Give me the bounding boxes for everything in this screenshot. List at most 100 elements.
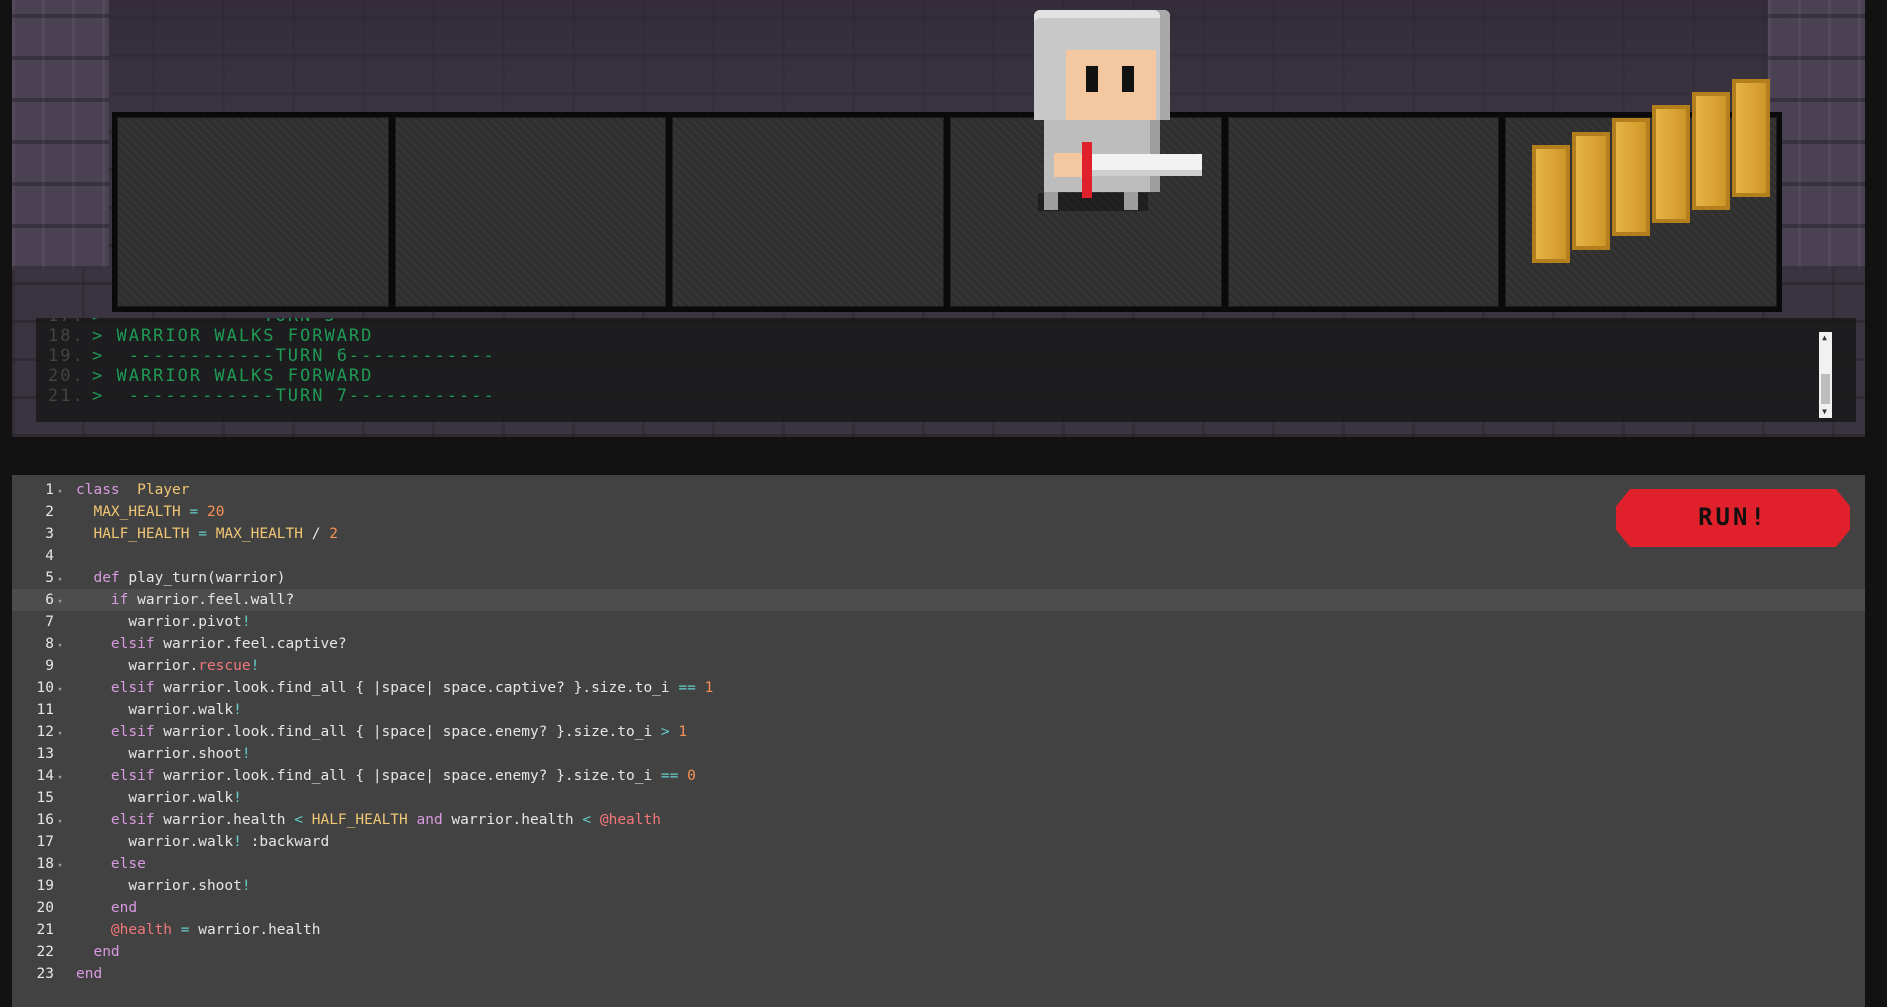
code-line[interactable]: 3 HALF_HEALTH = MAX_HEALTH / 2 bbox=[12, 523, 1865, 545]
code-line[interactable]: 5 ▾ def play_turn(warrior) bbox=[12, 567, 1865, 589]
fold-arrow-icon[interactable]: ▾ bbox=[54, 635, 66, 657]
code-line[interactable]: 17 warrior.walk! :backward bbox=[12, 831, 1865, 853]
fold-arrow-icon[interactable]: ▾ bbox=[54, 723, 66, 745]
fold-arrow-icon[interactable]: ▾ bbox=[54, 811, 66, 833]
warrior-sprite bbox=[1024, 8, 1204, 218]
log-line-text: > WARRIOR WALKS FORWARD bbox=[92, 326, 374, 346]
floor-tile bbox=[117, 117, 389, 307]
fold-arrow-icon[interactable]: ▾ bbox=[54, 591, 66, 613]
line-number: 7 bbox=[45, 614, 54, 630]
line-number: 18 bbox=[36, 856, 54, 872]
code-token: elsif bbox=[110, 680, 155, 696]
scroll-down-icon[interactable]: ▼ bbox=[1819, 406, 1832, 418]
code-token: warrior.look.find_all { |space| space.ca… bbox=[154, 680, 679, 696]
code-line[interactable]: 18 ▾ else bbox=[12, 853, 1865, 875]
code-token: warrior.feel.wall? bbox=[128, 592, 295, 608]
code-line[interactable]: 22 end bbox=[12, 941, 1865, 963]
code-token: MAX_HEALTH bbox=[93, 504, 181, 520]
fold-arrow-icon[interactable]: ▾ bbox=[54, 855, 66, 877]
code-text: @health = warrior.health bbox=[66, 919, 321, 941]
line-number: 23 bbox=[36, 966, 54, 982]
code-token: HALF_HEALTH bbox=[93, 526, 190, 542]
log-line-text: > ------------TURN 7------------ bbox=[92, 386, 496, 406]
code-editor[interactable]: 1 ▾ class Player 2 MAX_HEALTH = 20 3 HALF_HE… bbox=[12, 475, 1865, 1007]
code-line[interactable]: 12 ▾ elsif warrior.look.find_all { |space… bbox=[12, 721, 1865, 743]
code-token: ! bbox=[241, 878, 251, 894]
code-token: play_turn(warrior) bbox=[119, 570, 286, 586]
code-line[interactable]: 23 end bbox=[12, 963, 1865, 985]
log-lines: 17.> ------------TURN 5------------18. > … bbox=[48, 318, 496, 406]
code-line[interactable]: 7 warrior.pivot! bbox=[12, 611, 1865, 633]
code-token: end bbox=[76, 966, 103, 982]
scroll-up-icon[interactable]: ▲ bbox=[1819, 332, 1832, 344]
code-line[interactable]: 15 warrior.walk! bbox=[12, 787, 1865, 809]
code-token: 1 bbox=[704, 680, 714, 696]
game-log[interactable]: 17.> ------------TURN 5------------18. > … bbox=[36, 318, 1856, 422]
code-token: 0 bbox=[687, 768, 696, 784]
code-line[interactable]: 14 ▾ elsif warrior.look.find_all { |space… bbox=[12, 765, 1865, 787]
line-number: 22 bbox=[36, 944, 54, 960]
code-text: elsif warrior.feel.captive? bbox=[66, 633, 347, 655]
code-line[interactable]: 20 end bbox=[12, 897, 1865, 919]
log-line-number: 18. bbox=[48, 326, 85, 346]
code-lines[interactable]: 1 ▾ class Player 2 MAX_HEALTH = 20 3 HALF_HE… bbox=[12, 479, 1865, 985]
code-text: warrior.pivot! bbox=[66, 611, 251, 633]
log-scrollbar[interactable]: ▲ ▼ bbox=[1819, 332, 1832, 418]
code-line[interactable]: 11 warrior.walk! bbox=[12, 699, 1865, 721]
code-line[interactable]: 8 ▾ elsif warrior.feel.captive? bbox=[12, 633, 1865, 655]
wall-pillar-left bbox=[12, 0, 109, 270]
code-line[interactable]: 16 ▾ elsif warrior.health < HALF_HEALTH a… bbox=[12, 809, 1865, 831]
run-button[interactable]: RUN! bbox=[1616, 489, 1850, 547]
code-token: elsif bbox=[110, 724, 155, 740]
code-token: 1 bbox=[678, 724, 688, 740]
code-token: warrior.pivot bbox=[76, 614, 242, 630]
code-token: ! bbox=[241, 614, 251, 630]
fold-arrow-icon[interactable]: ▾ bbox=[54, 679, 66, 701]
code-token: if bbox=[110, 592, 129, 608]
code-token: < bbox=[294, 812, 303, 828]
code-line[interactable]: 19 warrior.shoot! bbox=[12, 875, 1865, 897]
code-text: warrior.walk! bbox=[66, 787, 242, 809]
line-number: 11 bbox=[36, 702, 54, 718]
line-number: 4 bbox=[45, 548, 54, 564]
code-line[interactable]: 6 ▾ if warrior.feel.wall? bbox=[12, 589, 1865, 611]
code-text: end bbox=[66, 941, 119, 963]
code-token: = bbox=[198, 526, 207, 542]
log-line-text: > WARRIOR WALKS FORWARD bbox=[92, 366, 374, 386]
code-line[interactable]: 10 ▾ elsif warrior.look.find_all { |space… bbox=[12, 677, 1865, 699]
code-line[interactable]: 1 ▾ class Player bbox=[12, 479, 1865, 501]
code-token: elsif bbox=[110, 768, 155, 784]
code-line[interactable]: 21 @health = warrior.health bbox=[12, 919, 1865, 941]
log-line: 20. > WARRIOR WALKS FORWARD bbox=[48, 366, 496, 386]
code-line[interactable]: 9 warrior.rescue! bbox=[12, 655, 1865, 677]
code-token: end bbox=[110, 900, 138, 916]
code-text: elsif warrior.look.find_all { |space| sp… bbox=[66, 721, 687, 743]
code-line[interactable]: 4 bbox=[12, 545, 1865, 567]
fold-arrow-icon[interactable]: ▾ bbox=[54, 767, 66, 789]
code-text: def play_turn(warrior) bbox=[66, 567, 286, 589]
line-number: 19 bbox=[36, 878, 54, 894]
code-text: end bbox=[66, 963, 102, 985]
code-line[interactable]: 13 warrior.shoot! bbox=[12, 743, 1865, 765]
code-text: end bbox=[66, 897, 137, 919]
fold-arrow-icon[interactable]: ▾ bbox=[54, 569, 66, 591]
fold-arrow-icon[interactable]: ▾ bbox=[54, 481, 66, 503]
code-token: elsif bbox=[110, 812, 155, 828]
code-line[interactable]: 2 MAX_HEALTH = 20 bbox=[12, 501, 1865, 523]
code-token: ! bbox=[233, 702, 242, 718]
code-token: < bbox=[582, 812, 592, 828]
code-token: warrior.feel.captive? bbox=[154, 636, 347, 652]
log-line-number: 20. bbox=[48, 366, 85, 386]
code-token: def bbox=[93, 570, 120, 586]
scrollbar-thumb[interactable] bbox=[1821, 374, 1830, 404]
code-token: warrior.walk bbox=[76, 834, 234, 850]
log-line: 17.> ------------TURN 5------------ bbox=[48, 318, 496, 326]
line-number: 17 bbox=[36, 834, 54, 850]
